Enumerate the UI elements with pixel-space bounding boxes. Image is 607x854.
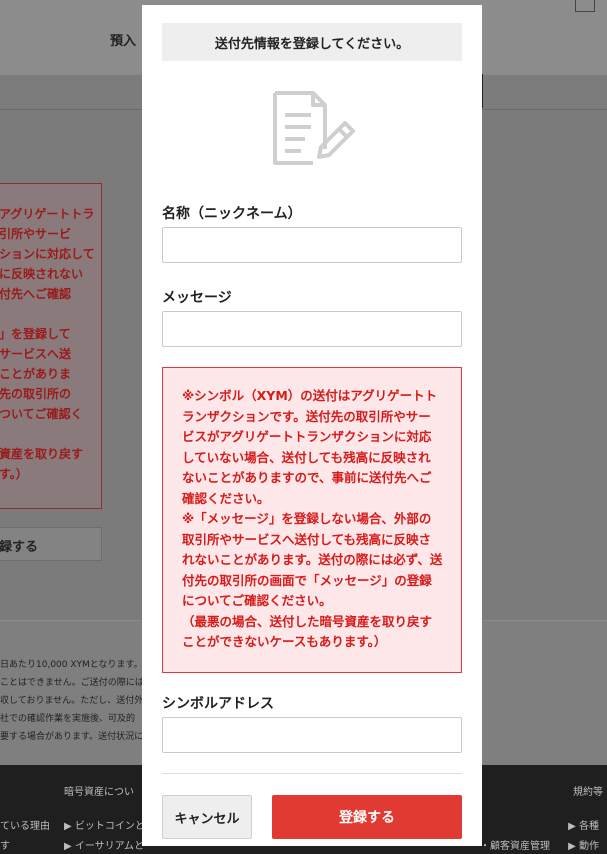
register-button[interactable]: 登録する — [272, 795, 462, 839]
symbol-address-input[interactable] — [162, 717, 462, 753]
edit-document-icon — [162, 91, 462, 171]
message-label: メッセージ — [162, 290, 232, 306]
name-input[interactable] — [162, 227, 462, 263]
footer-right-link: ▶ 動作 — [568, 841, 599, 852]
register-destination-modal: 送付先情報を登録してください。 名称（ニックネーム） メッセージ ※シンボル（X… — [142, 5, 482, 846]
background-note: 日あたり10,000 XYMとなります。 ことはできません。ご送付の際には 収し… — [0, 660, 153, 742]
footer-link: ▶ イーサリアムと — [64, 841, 144, 852]
cancel-button[interactable]: キャンセル — [162, 795, 252, 839]
footer-left-item: ている理由 — [0, 821, 50, 832]
message-input[interactable] — [162, 311, 462, 347]
footer-mid-link: ・顧客資産管理 — [480, 841, 550, 852]
background-register-button: 録する — [0, 527, 102, 561]
footer-right-link: ▶ 各種 — [568, 821, 599, 832]
warning-aggregate: ※シンボル（XYM）の送付はアグリゲートトランザクションです。送付先の取引所やサ… — [182, 388, 438, 506]
warning-message: ※「メッセージ」を登録しない場合、外部の取引所やサービスへ送付しても残高に反映さ… — [182, 511, 443, 608]
name-label: 名称（ニックネーム） — [162, 206, 302, 222]
address-label: シンボルアドレス — [162, 696, 274, 712]
xym-warning-box: ※シンボル（XYM）の送付はアグリゲートトランザクションです。送付先の取引所やサ… — [162, 367, 462, 673]
modal-actions: キャンセル 登録する — [162, 795, 462, 839]
footer-link: ▶ ビットコインと — [64, 821, 145, 832]
modal-divider — [162, 773, 462, 774]
footer-col-title: 暗号資産につい — [64, 787, 134, 798]
background-nav-deposit: 預入 — [110, 34, 137, 49]
footer-right-title: 規約等 — [573, 787, 603, 798]
footer-left-item: す — [0, 841, 10, 852]
modal-title: 送付先情報を登録してください。 — [162, 23, 462, 61]
background-warning: アグリゲートトラ 引所やサービ ションに対応して に反映されない 付先へご確認 … — [0, 183, 102, 509]
warning-worst-case: （最悪の場合、送付した暗号資産を取り戻すことができないケースもあります。） — [182, 613, 433, 650]
background-top-right — [569, 0, 595, 12]
